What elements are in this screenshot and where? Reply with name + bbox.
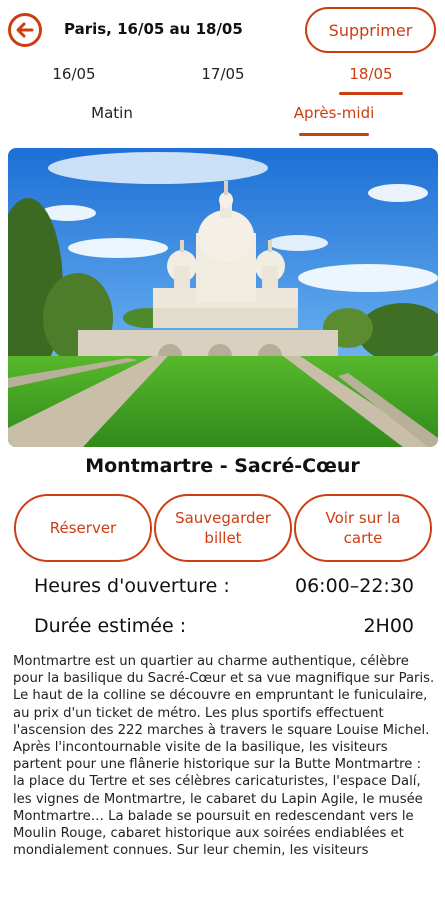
tab-label: 18/05 xyxy=(349,65,393,83)
duration-value: 2H00 xyxy=(363,615,414,637)
view-map-button[interactable]: Voir sur la carte xyxy=(294,494,432,562)
tab-label: Matin xyxy=(91,104,133,122)
duration-row: Durée estimée : 2H00 xyxy=(34,615,414,637)
save-ticket-button[interactable]: Sauvegarder billet xyxy=(154,494,292,562)
button-label: Sauvegarder billet xyxy=(175,509,271,547)
tab-label: 17/05 xyxy=(201,65,245,83)
button-label: Voir sur la carte xyxy=(325,509,401,547)
place-title: Montmartre - Sacré-Cœur xyxy=(85,455,360,477)
trip-title: Paris, 16/05 au 18/05 xyxy=(64,20,243,38)
delete-button[interactable]: Supprimer xyxy=(305,7,436,53)
tab-afternoon[interactable]: Après-midi xyxy=(279,104,389,136)
tab-label: 16/05 xyxy=(52,65,96,83)
tab-morning[interactable]: Matin xyxy=(57,104,167,136)
opening-hours-row: Heures d'ouverture : 06:00–22:30 xyxy=(34,575,414,597)
back-button[interactable] xyxy=(8,13,42,47)
opening-hours-label: Heures d'ouverture : xyxy=(34,575,230,597)
button-label: Réserver xyxy=(49,519,117,537)
arrow-left-icon xyxy=(16,22,34,38)
active-tab-indicator xyxy=(339,92,403,95)
tab-day-16-05[interactable]: 16/05 xyxy=(34,65,114,95)
place-description: Montmartre est un quartier au charme aut… xyxy=(13,654,435,859)
tab-label: Après-midi xyxy=(293,104,375,122)
header: Paris, 16/05 au 18/05 Supprimer xyxy=(0,0,445,62)
opening-hours-value: 06:00–22:30 xyxy=(294,575,414,597)
duration-label: Durée estimée : xyxy=(34,615,187,637)
place-photo xyxy=(8,148,438,447)
reserve-button[interactable]: Réserver xyxy=(14,494,152,562)
tab-day-17-05[interactable]: 17/05 xyxy=(183,65,263,95)
tab-day-18-05[interactable]: 18/05 xyxy=(331,65,411,95)
active-tab-indicator xyxy=(299,133,369,136)
